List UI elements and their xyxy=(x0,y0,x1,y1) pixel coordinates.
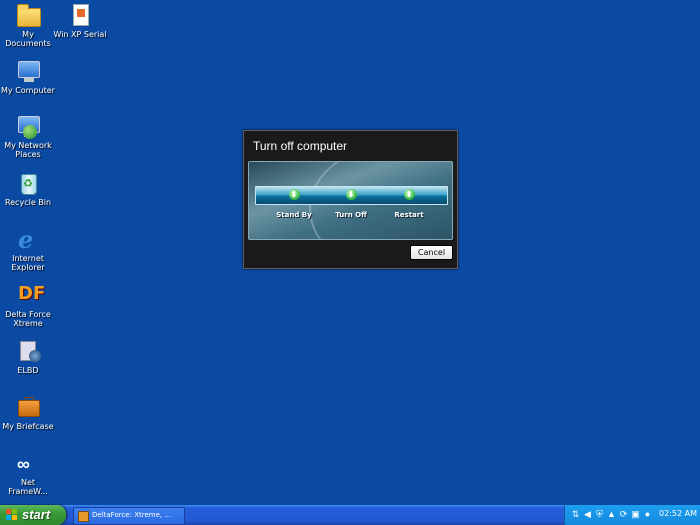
turnoff-arrow-icon[interactable]: ⬇ xyxy=(345,189,357,200)
turn-off-option[interactable]: ⬇ Turn Off xyxy=(321,189,381,219)
deltaforce-task-icon xyxy=(78,511,89,522)
desktop-icon-net-framework[interactable]: ∞ Net FrameW... xyxy=(0,450,56,496)
desktop-icon-label: Internet Explorer xyxy=(11,254,45,272)
clock: 02:52 AM xyxy=(659,509,697,518)
desktop-icon-my-computer[interactable]: My Computer xyxy=(0,58,56,95)
dialog-options-panel: ⬇ Stand By ⬇ Turn Off ⬇ Restart xyxy=(248,161,453,240)
restart-option[interactable]: ⬇ Restart xyxy=(379,189,439,219)
desktop-icon-delta-force-xtreme[interactable]: DF Delta Force Xtreme xyxy=(0,282,56,328)
desktop-icon-win-xp-serial[interactable]: Win XP Serial xyxy=(52,2,108,39)
ie-icon: e xyxy=(18,225,34,254)
desktop-icon-recycle-bin[interactable]: Recycle Bin xyxy=(0,170,56,207)
network-icon xyxy=(15,113,41,139)
elbd-icon xyxy=(15,338,41,364)
briefcase-icon xyxy=(15,394,41,420)
cancel-button[interactable]: Cancel xyxy=(410,245,453,260)
start-label: start xyxy=(22,507,51,522)
restart-arrow-icon[interactable]: ⬇ xyxy=(403,189,415,200)
standby-arrow-icon[interactable]: ⬇ xyxy=(288,189,300,200)
desktop-icon-label: Recycle Bin xyxy=(4,198,52,207)
desktop-icon-internet-explorer[interactable]: e Internet Explorer xyxy=(0,225,56,273)
tray-update-icon[interactable]: ⟳ xyxy=(619,509,628,520)
tray-volume-icon[interactable]: ◀ xyxy=(583,509,592,520)
restart-label[interactable]: Restart xyxy=(379,211,439,219)
stand-by-label[interactable]: Stand By xyxy=(264,211,324,219)
desktop-icon-my-briefcase[interactable]: My Briefcase xyxy=(0,394,56,431)
desktop-icon-label: My Documents xyxy=(5,30,51,48)
turn-off-label[interactable]: Turn Off xyxy=(321,211,381,219)
delta-force-icon: DF xyxy=(18,283,46,304)
taskbar: start DeltaForce: Xtreme, ... ⇅ ◀ ⛨ ▲ ⟳ … xyxy=(0,505,700,525)
desktop-icon-elbd[interactable]: ELBD xyxy=(0,338,56,375)
net-framework-icon: ∞ xyxy=(17,454,30,474)
start-button[interactable]: start xyxy=(0,505,66,525)
turn-off-dialog: Turn off computer ⬇ Stand By ⬇ Turn Off … xyxy=(243,130,458,269)
desktop-icon-label: My Network Places xyxy=(4,141,52,159)
windows-logo-icon xyxy=(6,509,18,521)
computer-icon xyxy=(15,58,41,84)
desktop-icon-label: ELBD xyxy=(17,366,39,375)
folder-icon xyxy=(15,2,41,28)
recycle-bin-icon xyxy=(15,170,41,196)
dialog-title: Turn off computer xyxy=(253,139,348,153)
tray-security-icon[interactable]: ⛨ xyxy=(595,509,604,520)
desktop-icon-my-documents[interactable]: My Documents xyxy=(0,2,56,48)
desktop-icon-label: My Computer xyxy=(1,86,55,95)
tray-warning-icon[interactable]: ▲ xyxy=(607,509,616,520)
system-tray: ⇅ ◀ ⛨ ▲ ⟳ ▣ ● 02:52 AM xyxy=(564,505,700,525)
desktop-icon-label: My Briefcase xyxy=(2,422,54,431)
taskbar-item-deltaforce[interactable]: DeltaForce: Xtreme, ... xyxy=(73,507,185,525)
desktop-icon-my-network-places[interactable]: My Network Places xyxy=(0,113,56,159)
document-icon xyxy=(67,2,93,28)
tray-shield-icon[interactable]: ● xyxy=(643,509,652,520)
tray-display-icon[interactable]: ▣ xyxy=(631,509,640,520)
tray-network-icon[interactable]: ⇅ xyxy=(571,509,580,520)
taskbar-item-label: DeltaForce: Xtreme, ... xyxy=(92,511,172,519)
desktop-icon-label: Delta Force Xtreme xyxy=(5,310,51,328)
desktop-icon-label: Net FrameW... xyxy=(8,478,48,496)
stand-by-option[interactable]: ⬇ Stand By xyxy=(264,189,324,219)
desktop: My Documents Win XP Serial My Computer M… xyxy=(0,0,700,505)
desktop-icon-label: Win XP Serial xyxy=(53,30,107,39)
